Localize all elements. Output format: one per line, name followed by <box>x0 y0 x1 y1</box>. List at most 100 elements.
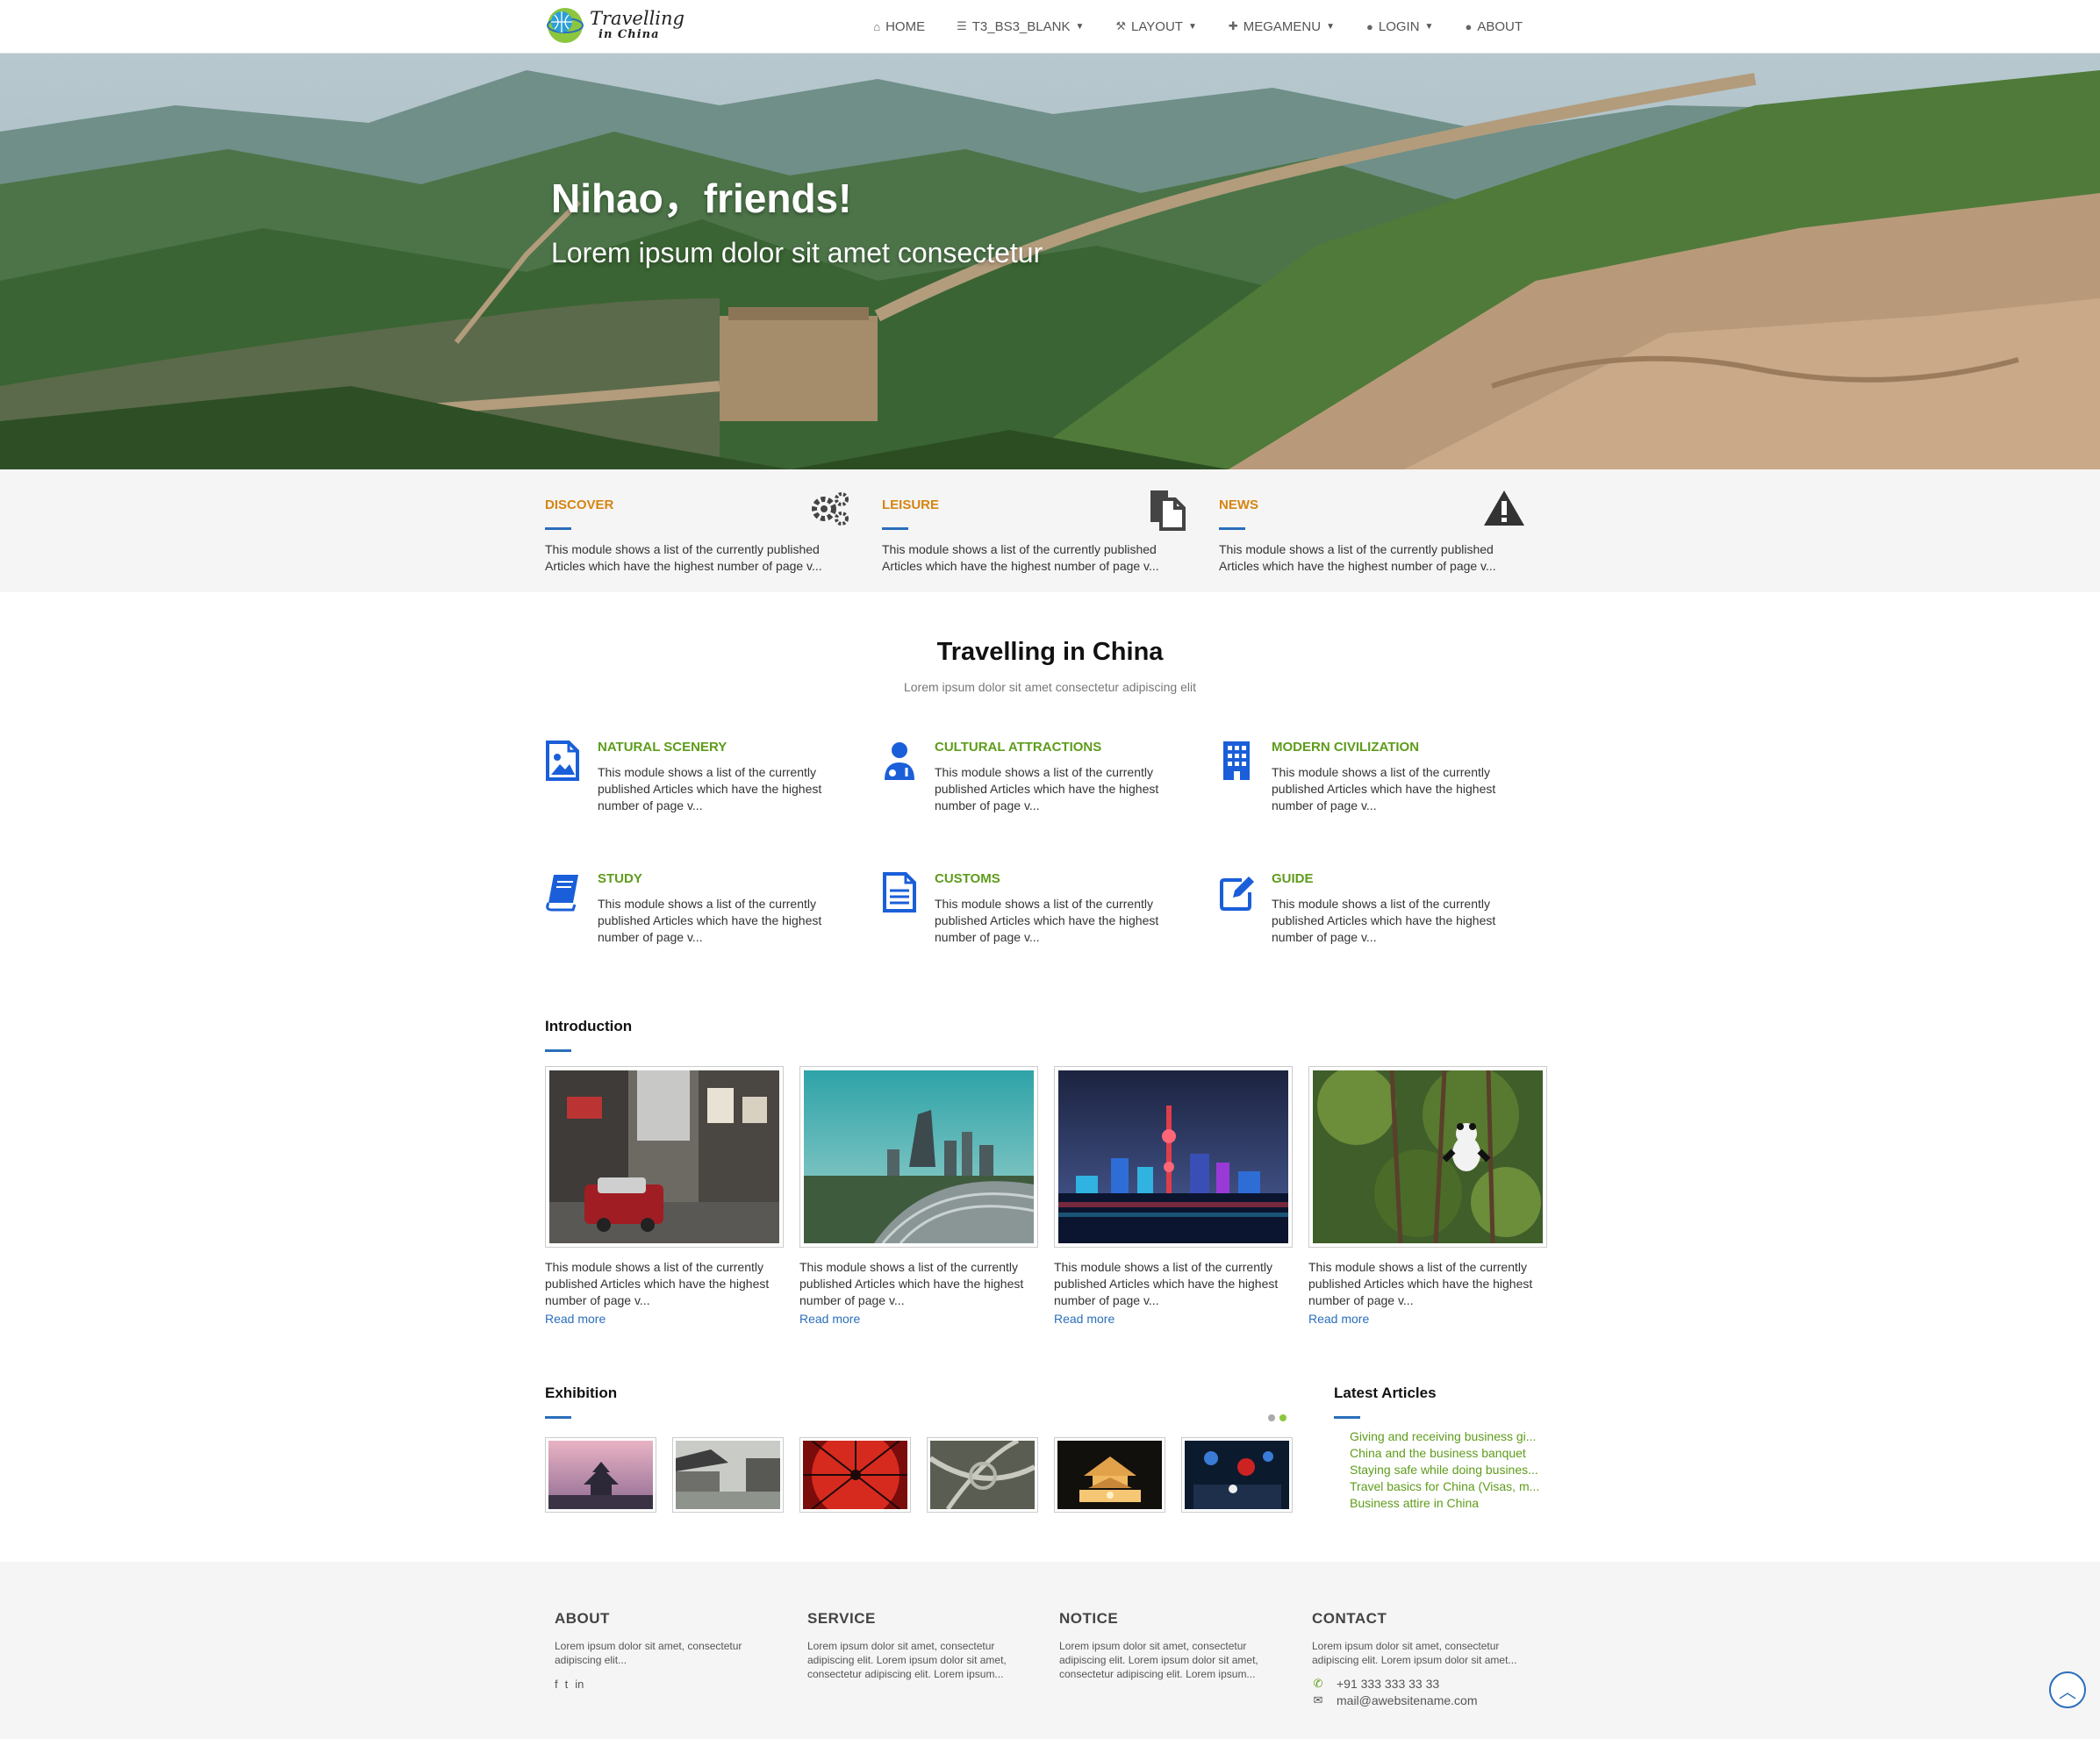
hero-title: Nihao，friends! <box>551 175 852 221</box>
latest-article-link[interactable]: Travel basics for China (Visas, m... <box>1350 1478 1578 1495</box>
strip-title[interactable]: LEISURE <box>882 497 939 512</box>
title-underline <box>545 527 571 530</box>
feature-title: MODERN CIVILIZATION <box>1272 740 1420 755</box>
street-photo <box>549 1070 779 1243</box>
latest-article-link[interactable]: Staying safe while doing busines... <box>1350 1462 1578 1478</box>
great-wall-image <box>0 53 2100 469</box>
logo-title: Travelling <box>590 8 684 29</box>
title-underline <box>545 1416 571 1419</box>
nav-megamenu-label: MEGAMENU <box>1243 18 1322 34</box>
strip-title[interactable]: DISCOVER <box>545 497 613 512</box>
exhibition-thumb[interactable] <box>799 1437 911 1513</box>
site-header: Travelling in China ⌂ HOME ☰ T3_BS3_BLAN… <box>0 0 2100 54</box>
strip-text: This module shows a list of the currentl… <box>882 542 1159 573</box>
pagoda-sunset-photo <box>548 1441 653 1509</box>
water-town-photo <box>676 1441 780 1509</box>
home-icon: ⌂ <box>873 19 881 33</box>
carousel-dot-active[interactable] <box>1279 1414 1287 1421</box>
gears-icon <box>812 492 849 526</box>
read-more-link[interactable]: Read more <box>1054 1312 1115 1326</box>
read-more-link[interactable]: Read more <box>1308 1312 1369 1326</box>
nav-login[interactable]: ● LOGIN ▼ <box>1351 19 1449 34</box>
feature-title: NATURAL SCENERY <box>598 740 727 755</box>
user-icon: ● <box>1366 19 1373 33</box>
nav-t3-bs3-blank[interactable]: ☰ T3_BS3_BLANK ▼ <box>941 19 1100 34</box>
title-underline <box>1334 1416 1360 1419</box>
title-underline <box>545 1049 571 1052</box>
intro-image[interactable] <box>545 1066 784 1248</box>
hero-subtitle: Lorem ipsum dolor sit amet consectetur <box>551 237 1043 268</box>
facebook-icon[interactable]: f <box>555 1678 558 1691</box>
exhibition-thumb[interactable] <box>927 1437 1038 1513</box>
contact-phone: ✆ +91 333 333 33 33 <box>1312 1677 1440 1691</box>
footer-about-title: ABOUT <box>555 1610 610 1627</box>
list-icon: ☰ <box>957 19 967 32</box>
nav-megamenu[interactable]: ✚ MEGAMENU ▼ <box>1213 19 1351 34</box>
feature-strip: DISCOVER This module shows a list of the… <box>0 469 2100 592</box>
logo-subtitle: in China <box>598 28 660 41</box>
exhibition-title: Exhibition <box>545 1385 618 1401</box>
phone-icon: ✆ <box>1313 1677 1323 1690</box>
site-logo[interactable]: Travelling in China <box>546 4 686 47</box>
wrench-icon: ⚒ <box>1115 19 1127 32</box>
feature-title: CUSTOMS <box>935 871 1000 886</box>
carousel-pager <box>1268 1414 1287 1421</box>
caret-down-icon: ▼ <box>1075 21 1085 32</box>
introduction-title: Introduction <box>545 1018 633 1034</box>
read-more-link[interactable]: Read more <box>799 1312 860 1326</box>
nav-home[interactable]: ⌂ HOME <box>857 19 941 34</box>
exhibition-thumb[interactable] <box>1054 1437 1165 1513</box>
intro-image[interactable] <box>1308 1066 1547 1248</box>
footer-contact-text: Lorem ipsum dolor sit amet, consectetur … <box>1312 1640 1517 1666</box>
footer-service-text: Lorem ipsum dolor sit amet, consectetur … <box>807 1640 1007 1680</box>
footer-contact-title: CONTACT <box>1312 1610 1387 1627</box>
text-file-icon <box>883 872 916 912</box>
highway-aerial-photo <box>930 1441 1035 1509</box>
main-nav: ⌂ HOME ☰ T3_BS3_BLANK ▼ ⚒ LAYOUT ▼ ✚ MEG… <box>857 0 1538 53</box>
exhibition-thumb[interactable] <box>672 1437 784 1513</box>
panda-photo <box>1313 1070 1543 1243</box>
night-market-photo <box>1185 1441 1289 1509</box>
strip-text: This module shows a list of the currentl… <box>1219 542 1496 573</box>
feature-text: This module shows a list of the currentl… <box>935 897 1159 944</box>
exhibition-thumb[interactable] <box>1181 1437 1293 1513</box>
feature-text: This module shows a list of the currentl… <box>935 765 1159 812</box>
edit-icon <box>1220 877 1254 911</box>
section-subtitle: Lorem ipsum dolor sit amet consectetur a… <box>903 680 1197 694</box>
footer-about-text: Lorem ipsum dolor sit amet, consectetur … <box>555 1640 742 1666</box>
back-to-top-button[interactable]: ︿ <box>2049 1671 2086 1708</box>
nav-home-label: HOME <box>885 18 926 34</box>
intro-text: This module shows a list of the currentl… <box>799 1260 1024 1307</box>
contact-email-value[interactable]: mail@awebsitename.com <box>1337 1693 1478 1707</box>
exhibition-thumb[interactable] <box>545 1437 656 1513</box>
feature-text: This module shows a list of the currentl… <box>1272 897 1496 944</box>
read-more-link[interactable]: Read more <box>545 1312 606 1326</box>
strip-title[interactable]: NEWS <box>1219 497 1258 512</box>
latest-articles-list: Giving and receiving business gi... Chin… <box>1334 1428 1578 1512</box>
feature-title: STUDY <box>598 871 642 886</box>
documents-icon <box>1150 490 1186 531</box>
latest-article-link[interactable]: Giving and receiving business gi... <box>1350 1428 1578 1445</box>
latest-article-link[interactable]: China and the business banquet <box>1350 1445 1578 1462</box>
latest-article-link[interactable]: Business attire in China <box>1350 1495 1578 1512</box>
strip-text: This module shows a list of the currentl… <box>545 542 822 573</box>
intro-text: This module shows a list of the currentl… <box>1054 1260 1279 1307</box>
intro-image[interactable] <box>1054 1066 1293 1248</box>
contact-email: ✉ mail@awebsitename.com <box>1312 1693 1478 1707</box>
intro-text: This module shows a list of the currentl… <box>1308 1260 1533 1307</box>
title-underline <box>882 527 908 530</box>
city-skyline-photo <box>804 1070 1034 1243</box>
feature-text: This module shows a list of the currentl… <box>1272 765 1496 812</box>
linkedin-icon[interactable]: in <box>575 1678 584 1691</box>
carousel-dot[interactable] <box>1268 1414 1275 1421</box>
nav-about[interactable]: ● ABOUT <box>1449 19 1538 34</box>
caret-down-icon: ▼ <box>1187 21 1197 32</box>
nav-layout[interactable]: ⚒ LAYOUT ▼ <box>1100 19 1212 34</box>
nav-t3-label: T3_BS3_BLANK <box>971 18 1071 34</box>
title-underline <box>1219 527 1245 530</box>
envelope-icon: ✉ <box>1313 1693 1323 1707</box>
footer-service-title: SERVICE <box>807 1610 876 1627</box>
nav-login-label: LOGIN <box>1378 18 1420 34</box>
intro-image[interactable] <box>799 1066 1038 1248</box>
twitter-icon[interactable]: t <box>565 1678 569 1691</box>
